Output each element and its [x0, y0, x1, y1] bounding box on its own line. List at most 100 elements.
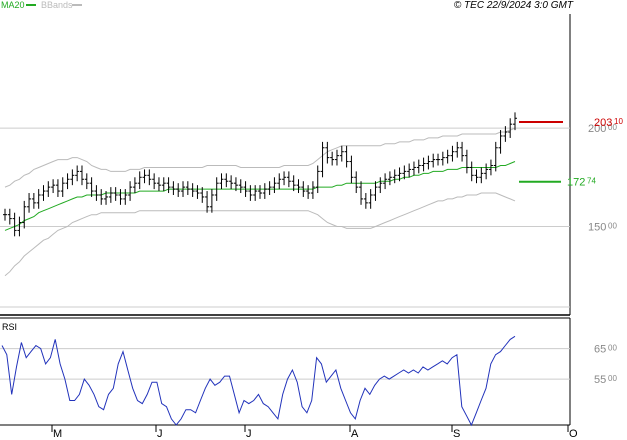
price-tick-label: 150 — [588, 221, 606, 233]
rsi-line — [1, 335, 516, 427]
price-bar — [84, 173, 89, 190]
stock-chart: MA20 BBands © TEC 22/9/2024 3:0 GMT 200 0… — [0, 0, 623, 440]
price-bar — [176, 183, 181, 197]
last-price-decimals: 10 — [614, 117, 623, 126]
rsi-title: RSI — [2, 322, 17, 332]
price-bar — [262, 183, 267, 199]
price-bar — [306, 185, 311, 199]
price-bar — [354, 171, 359, 194]
rsi-path — [1, 335, 516, 427]
last-price-marker: 203 10 — [519, 117, 623, 129]
price-bar — [330, 151, 335, 166]
price-bar — [440, 151, 445, 166]
price-bar — [185, 181, 190, 195]
price-tick-decimals: 00 — [608, 221, 617, 230]
price-bar — [75, 165, 80, 182]
price-bar — [12, 212, 17, 237]
price-bar — [142, 169, 147, 184]
price-bar — [359, 181, 364, 205]
header: MA20 BBands © TEC 22/9/2024 3:0 GMT — [1, 0, 574, 11]
price-bar — [161, 177, 166, 192]
price-bar — [166, 177, 171, 194]
price-bar — [469, 161, 474, 182]
price-bar — [137, 171, 142, 190]
price-bar — [513, 112, 517, 131]
price-bar — [190, 183, 195, 197]
price-bar — [156, 177, 161, 192]
price-bar — [219, 173, 224, 190]
price-bar — [436, 153, 441, 166]
price-bar — [474, 169, 479, 184]
price-bar — [195, 185, 200, 199]
price-bar — [479, 167, 484, 184]
x-tick-label: O — [569, 428, 578, 440]
price-bar — [128, 181, 133, 201]
price-bar — [282, 171, 287, 186]
price-bar — [132, 177, 137, 194]
price-bar — [484, 163, 489, 180]
rsi-tick-decimals: 00 — [608, 374, 617, 383]
ma-value-label: 172 — [567, 177, 585, 189]
legend-bb-swatch — [72, 4, 82, 6]
price-bar — [7, 208, 12, 225]
price-bar — [108, 187, 113, 203]
bb-lower-line — [4, 192, 516, 277]
rsi-grid — [0, 348, 570, 380]
price-bar — [349, 155, 354, 184]
price-bar — [498, 130, 503, 154]
x-axis-ticks: MJJASO — [51, 425, 578, 440]
price-bar — [392, 169, 397, 184]
price-bar — [248, 185, 253, 201]
price-bar — [79, 165, 84, 186]
price-bar — [431, 153, 436, 168]
price-bar — [171, 181, 176, 195]
price-bar — [224, 173, 229, 188]
price-bar — [416, 159, 421, 174]
legend-ma-swatch — [26, 4, 36, 6]
price-bar — [89, 177, 94, 197]
price-bar — [229, 175, 234, 190]
price-bar — [27, 193, 32, 213]
x-tick-label: M — [53, 428, 62, 440]
price-bar — [421, 157, 426, 172]
price-bar — [209, 189, 214, 213]
price-bar — [378, 177, 383, 194]
ma-value-marker: 172 74 — [519, 177, 596, 189]
price-bar — [70, 169, 75, 186]
price-bar — [65, 173, 70, 190]
price-bar — [152, 173, 157, 190]
price-bar — [310, 181, 315, 199]
price-bar — [258, 185, 262, 199]
price-bar — [205, 191, 210, 213]
price-bar — [315, 165, 320, 194]
legend-ma-label: MA20 — [1, 0, 25, 10]
price-bar — [320, 141, 325, 178]
ma-value-decimals: 74 — [587, 177, 596, 186]
rsi-tick-label: 65 — [594, 344, 606, 356]
price-bar — [344, 145, 349, 168]
rsi-tick-decimals: 00 — [608, 344, 617, 353]
price-bar — [51, 179, 56, 194]
x-tick-label: J — [246, 428, 252, 440]
price-bar — [464, 149, 469, 174]
x-tick-label: S — [453, 428, 460, 440]
price-bar — [3, 208, 7, 221]
price-bar — [238, 179, 243, 194]
price-bar — [94, 185, 99, 201]
last-price-label: 203 — [594, 117, 612, 129]
price-bar — [411, 161, 416, 176]
rsi-y-axis: 65 0055 00 — [594, 344, 617, 387]
price-bars — [3, 112, 517, 237]
price-bar — [31, 193, 36, 209]
price-bar — [147, 169, 152, 186]
price-bar — [407, 163, 412, 178]
price-bar — [36, 189, 41, 209]
price-bar — [113, 187, 118, 201]
price-bar — [22, 200, 27, 229]
price-bar — [99, 189, 104, 205]
price-bar — [450, 145, 455, 162]
x-tick-label: J — [157, 428, 163, 440]
price-bar — [286, 171, 291, 188]
price-bar — [455, 141, 460, 158]
price-bar — [426, 155, 431, 170]
